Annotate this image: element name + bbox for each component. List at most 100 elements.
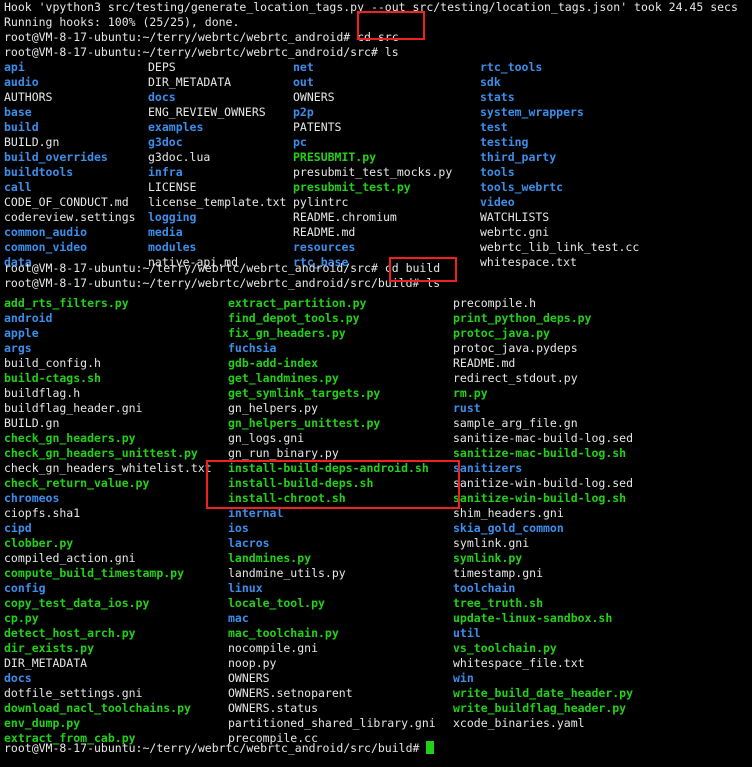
build-listing-entry: install-build-deps-android.sh (228, 461, 429, 475)
build-listing-entry: linux (228, 581, 263, 595)
src-listing-entry: net (293, 60, 314, 74)
build-listing-entry: ciopfs.sha1 (4, 506, 81, 520)
build-listing-entry: vs_toolchain.py (453, 641, 557, 655)
src-listing-entry: ENG_REVIEW_OWNERS (148, 105, 266, 119)
build-listing-entry: nocompile.gni (228, 641, 319, 655)
src-listing-entry: presubmit_test.py (293, 180, 411, 194)
src-listing-entry: PATENTS (293, 120, 342, 134)
build-listing-entry: update-linux-sandbox.sh (453, 611, 613, 625)
build-listing-entry: whitespace_file.txt (453, 656, 585, 670)
build-listing-entry: apple (4, 326, 39, 340)
prompt-line-cd-build: root@VM-8-17-ubuntu:~/terry/webrtc/webrt… (4, 261, 440, 276)
build-listing-entry: OWNERS.setnoparent (228, 686, 353, 700)
build-listing-entry: shim_headers.gni (453, 506, 564, 520)
build-listing-entry: extract_partition.py (228, 296, 367, 310)
build-listing-entry: config (4, 581, 46, 595)
src-listing-entry: webrtc.gni (480, 225, 550, 239)
src-listing-entry: PRESUBMIT.py (293, 150, 377, 164)
src-listing-entry: tools (480, 165, 515, 179)
prompt-text: root@VM-8-17-ubuntu:~/terry/webrtc/webrt… (4, 276, 413, 290)
prompt-line-ls-build: root@VM-8-17-ubuntu:~/terry/webrtc/webrt… (4, 276, 440, 291)
build-listing-entry: sanitize-mac-build-log.sh (453, 446, 627, 460)
build-listing-entry: docs (4, 671, 32, 685)
text-cursor (426, 741, 435, 754)
build-listing-entry: README.md (453, 356, 516, 370)
hook-output-line-1: Hook 'vpython3 src/testing/generate_loca… (4, 0, 738, 14)
src-listing-entry: media (148, 225, 183, 239)
build-listing-entry: compute_build_timestamp.py (4, 566, 185, 580)
src-listing-entry: build_overrides (4, 150, 108, 164)
src-listing-entry: p2p (293, 105, 314, 119)
src-listing-entry: common_audio (4, 225, 88, 239)
build-listing-entry: build_config.h (4, 356, 101, 370)
build-listing-entry: rm.py (453, 386, 488, 400)
build-listing-entry: win (453, 671, 474, 685)
src-listing-entry: examples (148, 120, 204, 134)
build-listing-entry: compiled_action.gni (4, 551, 136, 565)
src-listing-entry: BUILD.gn (4, 135, 60, 149)
src-listing-entry: test (480, 120, 508, 134)
build-listing-entry: fuchsia (228, 341, 277, 355)
build-listing-entry: gn_run_binary.py (228, 446, 339, 460)
build-listing-entry: lacros (228, 536, 270, 550)
src-listing-entry: sdk (480, 75, 501, 89)
build-listing-entry: cp.py (4, 611, 39, 625)
build-listing-entry: chromeos (4, 491, 60, 505)
prompt-text: root@VM-8-17-ubuntu:~/terry/webrtc/webrt… (4, 741, 413, 755)
src-listing-entry: g3doc (148, 135, 183, 149)
command-text: # ls (412, 276, 441, 290)
build-listing-entry: buildflag.h (4, 386, 81, 400)
build-listing-entry: redirect_stdout.py (453, 371, 578, 385)
build-listing-entry: rust (453, 401, 481, 415)
src-listing-entry: whitespace.txt (480, 255, 577, 269)
src-listing-entry: third_party (480, 150, 557, 164)
src-listing-entry: tools_webrtc (480, 180, 564, 194)
build-listing-entry: check_return_value.py (4, 476, 150, 490)
build-listing-entry: symlink.py (453, 551, 523, 565)
build-listing-entry: util (453, 626, 481, 640)
src-listing-entry: build (4, 120, 39, 134)
src-listing-entry: call (4, 180, 32, 194)
prompt-line-final[interactable]: root@VM-8-17-ubuntu:~/terry/webrtc/webrt… (4, 741, 435, 756)
build-listing-entry: env_dump.py (4, 716, 81, 730)
build-listing-entry: timestamp.gni (453, 566, 544, 580)
prompt-line-cd-src: root@VM-8-17-ubuntu:~/terry/webrtc/webrt… (4, 30, 399, 45)
build-listing-entry: find_depot_tools.py (228, 311, 360, 325)
src-listing-entry: pylintrc (293, 195, 349, 209)
build-listing-entry: internal (228, 506, 284, 520)
src-listing-entry: resources (293, 240, 356, 254)
src-listing-entry: modules (148, 240, 197, 254)
build-listing-entry: sanitizers (453, 461, 523, 475)
build-listing-entry: install-chroot.sh (228, 491, 346, 505)
build-listing-entry: sample_arg_file.gn (453, 416, 578, 430)
build-listing-entry: toolchain (453, 581, 516, 595)
build-listing-entry: symlink.gni (453, 536, 530, 550)
src-listing-entry: docs (148, 90, 176, 104)
terminal-window[interactable]: Hook 'vpython3 src/testing/generate_loca… (0, 0, 752, 767)
src-listing-entry: presubmit_test_mocks.py (293, 165, 453, 179)
src-listing-entry: audio (4, 75, 39, 89)
src-listing-entry: AUTHORS (4, 90, 53, 104)
src-listing-entry: license_template.txt (148, 195, 287, 209)
build-listing-entry: gn_helpers.py (228, 401, 319, 415)
build-listing-entry: ios (228, 521, 249, 535)
build-listing-entry: write_build_date_header.py (453, 686, 634, 700)
build-listing-entry: xcode_binaries.yaml (453, 716, 585, 730)
build-listing-entry: dir_exists.py (4, 641, 95, 655)
build-listing-entry: buildflag_header.gni (4, 401, 143, 415)
src-listing-entry: CODE_OF_CONDUCT.md (4, 195, 129, 209)
build-listing-entry: sanitize-win-build-log.sh (453, 491, 627, 505)
src-listing-entry: stats (480, 90, 515, 104)
build-listing-entry: partitioned_shared_library.gni (228, 716, 436, 730)
build-listing-entry: get_symlink_targets.py (228, 386, 381, 400)
build-listing-entry: build-ctags.sh (4, 371, 101, 385)
build-listing-entry: mac_toolchain.py (228, 626, 339, 640)
build-listing-entry: check_gn_headers.py (4, 431, 136, 445)
build-listing-entry: gn_logs.gni (228, 431, 305, 445)
prompt-text: root@VM-8-17-ubuntu:~/terry/webrtc/webrt… (4, 30, 344, 44)
build-listing-entry: tree_truth.sh (453, 596, 544, 610)
build-listing-entry: add_rts_filters.py (4, 296, 129, 310)
build-listing-entry: download_nacl_toolchains.py (4, 701, 191, 715)
src-listing-entry: common_video (4, 240, 88, 254)
command-text: # cd src (343, 30, 399, 44)
